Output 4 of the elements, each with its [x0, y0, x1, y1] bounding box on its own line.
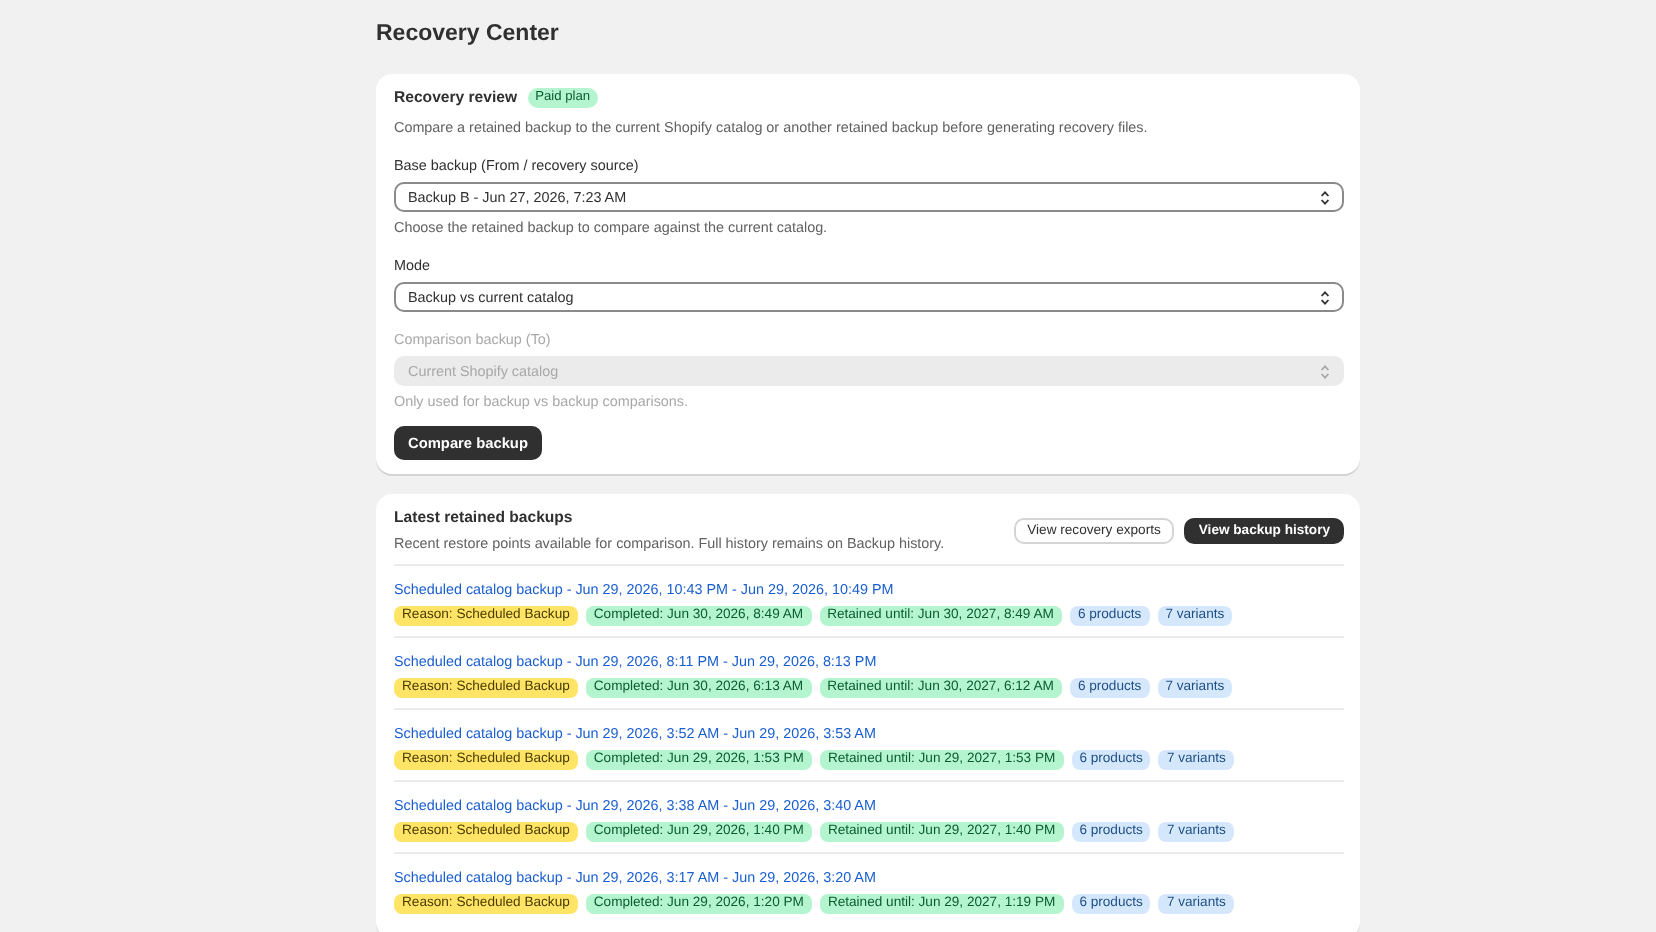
select-chevron-icon	[1320, 363, 1330, 379]
select-chevron-icon	[1320, 289, 1330, 305]
page-title: Recovery Center	[376, 20, 561, 50]
select-chevron-icon	[1320, 189, 1330, 205]
